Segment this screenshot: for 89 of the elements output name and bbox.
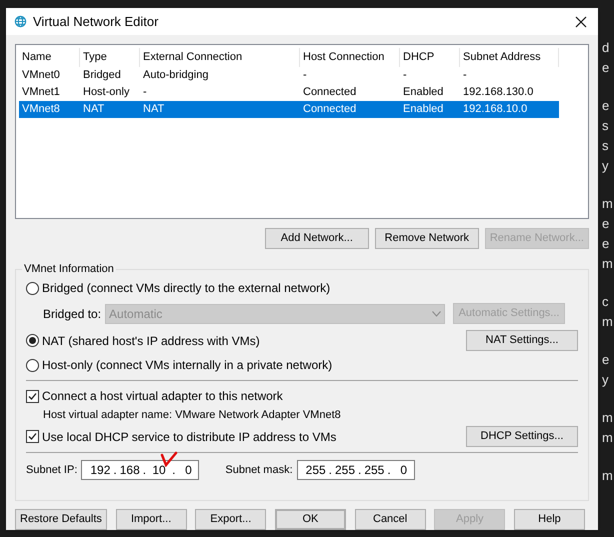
table-row[interactable]: VMnet1 Host-only - Connected Enabled 192.168.130.0 bbox=[19, 84, 559, 101]
column-header[interactable]: External Connection bbox=[140, 48, 300, 67]
table-cell-text: 192.168.10.0 bbox=[462, 102, 528, 118]
octet: 192 bbox=[90, 462, 110, 479]
octet: 255 bbox=[334, 462, 355, 479]
table-cell-text: Enabled bbox=[402, 85, 444, 100]
octet: 10 bbox=[151, 462, 167, 479]
background-text: e bbox=[602, 215, 610, 233]
dot-separator: . bbox=[112, 462, 118, 479]
table-row[interactable]: VMnet8 NAT NAT Connected Enabled 192.168.10.0 bbox=[19, 101, 559, 118]
table-cell-text: Host-only bbox=[82, 85, 130, 100]
background-text: y bbox=[602, 371, 610, 389]
table-cell-text: NAT bbox=[82, 102, 106, 118]
button[interactable]: Import... bbox=[116, 509, 187, 530]
octet: 168 bbox=[120, 462, 140, 479]
checkbox-label: Use local DHCP service to distribute IP address to VMs bbox=[42, 428, 336, 446]
table-cell-text: - bbox=[302, 68, 308, 84]
table-cell-text: VMnet1 bbox=[21, 85, 61, 100]
table-cell-text: Connected bbox=[302, 85, 358, 100]
background-text: d bbox=[602, 39, 610, 57]
radio-label: Bridged (connect VMs directly to the external network) bbox=[42, 280, 330, 297]
table-cell-text: - bbox=[462, 68, 468, 84]
table-cell-text: 192.168.130.0 bbox=[462, 85, 534, 100]
background-text: e bbox=[602, 235, 610, 253]
background-text: s bbox=[602, 137, 610, 155]
radio-button[interactable] bbox=[26, 334, 39, 347]
radio-button[interactable] bbox=[26, 358, 39, 372]
octet: 255 bbox=[306, 462, 326, 479]
button[interactable]: Add Network... bbox=[264, 228, 369, 249]
octet: 0 bbox=[399, 462, 408, 479]
check-mark-icon bbox=[160, 451, 178, 467]
subnet-ip-field[interactable]: 192 . 168 . 10 . 0 bbox=[81, 460, 200, 480]
column-header[interactable]: Type bbox=[80, 48, 140, 67]
chevron-down-icon bbox=[432, 310, 442, 316]
background-text: m bbox=[602, 195, 614, 213]
button[interactable]: Help bbox=[514, 509, 585, 530]
table-cell-text: Bridged bbox=[82, 68, 122, 84]
dot-separator: . bbox=[328, 462, 333, 479]
radio-button[interactable] bbox=[26, 282, 39, 294]
table-cell-text: - bbox=[142, 85, 148, 100]
column-header[interactable]: Subnet Address bbox=[460, 48, 559, 67]
field-label: Bridged to: bbox=[43, 306, 102, 322]
background-text: m bbox=[602, 467, 614, 485]
dot-separator: . bbox=[142, 462, 148, 479]
field-label: Subnet mask: bbox=[225, 462, 293, 478]
button[interactable]: NAT Settings... bbox=[466, 330, 578, 351]
button[interactable]: DHCP Settings... bbox=[466, 426, 578, 447]
radio-label: NAT (shared host's IP address with VMs) bbox=[42, 332, 260, 350]
button[interactable]: Restore Defaults bbox=[15, 509, 107, 530]
checkbox[interactable] bbox=[26, 430, 39, 443]
checkbox-label: Connect a host virtual adapter to this network bbox=[42, 388, 283, 405]
background-text: m bbox=[602, 429, 614, 447]
subnet-mask-field[interactable]: 255 . 255 . 255 . 0 bbox=[296, 460, 415, 480]
octet: 255 bbox=[364, 462, 384, 479]
button[interactable]: Export... bbox=[195, 509, 266, 530]
dot-separator: . bbox=[386, 462, 392, 479]
globe-icon bbox=[14, 15, 27, 28]
field-label: Subnet IP: bbox=[26, 462, 78, 478]
dot-separator: . bbox=[171, 462, 176, 479]
table-cell-text: Auto-bridging bbox=[142, 68, 210, 84]
close-icon[interactable] bbox=[575, 16, 587, 28]
background-text: c bbox=[602, 293, 610, 311]
table-cell-text: VMnet0 bbox=[21, 68, 61, 84]
background-text: e bbox=[602, 351, 610, 369]
table-cell-text: - bbox=[402, 68, 408, 84]
button[interactable]: Remove Network bbox=[374, 228, 479, 249]
background-text: m bbox=[602, 313, 614, 331]
column-header[interactable]: Host Connection bbox=[300, 48, 400, 67]
column-header[interactable]: DHCP bbox=[400, 48, 460, 67]
background-text: e bbox=[602, 59, 610, 77]
button[interactable]: Cancel bbox=[354, 509, 426, 530]
window-title: Virtual Network Editor bbox=[33, 12, 160, 31]
table-cell-text: Connected bbox=[302, 102, 358, 118]
checkbox[interactable] bbox=[26, 390, 39, 402]
adapter-name-text: Host virtual adapter name: VMware Network Adapter VMnet8 bbox=[43, 408, 342, 423]
table-row[interactable]: VMnet0 Bridged Auto-bridging - - - bbox=[19, 67, 559, 84]
radio-label: Host-only (connect VMs internally in a private network) bbox=[42, 357, 332, 374]
background-text: s bbox=[602, 117, 610, 135]
button[interactable]: OK bbox=[274, 509, 346, 530]
table-cell-text: NAT bbox=[142, 102, 166, 118]
background-text: y bbox=[602, 157, 610, 175]
table-cell-text: VMnet8 bbox=[21, 102, 61, 118]
dot-separator: . bbox=[356, 462, 362, 479]
column-header[interactable]: Name bbox=[19, 48, 80, 67]
background-text: m bbox=[602, 409, 614, 427]
background-text: e bbox=[602, 97, 610, 115]
background-text: m bbox=[602, 255, 614, 273]
table-cell-text: Enabled bbox=[402, 102, 444, 118]
octet: 0 bbox=[184, 462, 193, 479]
